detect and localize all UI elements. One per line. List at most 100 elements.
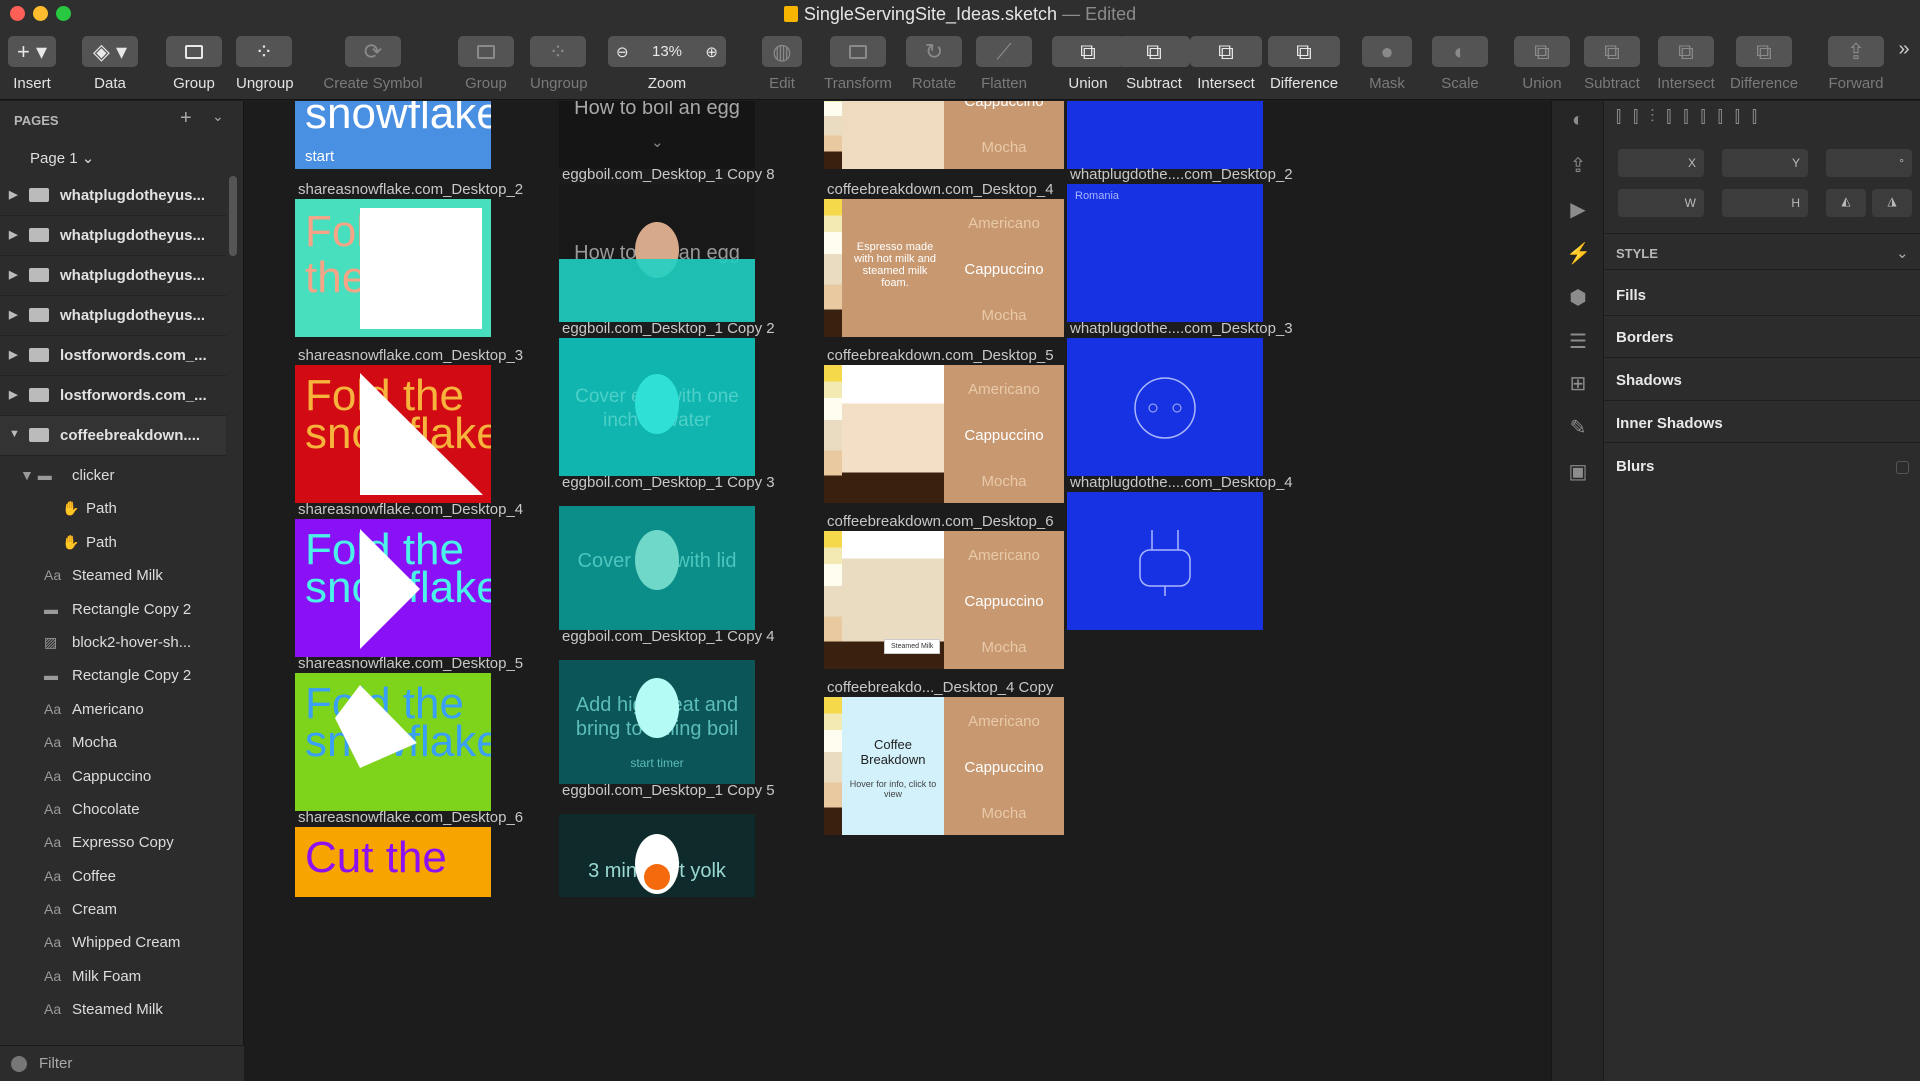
artboard-label[interactable]: shareasnowflake.com_Desktop_5 [298, 655, 523, 672]
rotation-field[interactable]: ° [1826, 149, 1912, 177]
disclosure-open-icon[interactable]: ▼ [9, 428, 20, 440]
artboard-label[interactable]: eggboil.com_Desktop_1 Copy 5 [562, 782, 775, 799]
artboard-item[interactable]: ▶ lostforwords.com_... [0, 376, 226, 416]
add-page-icon[interactable]: + [180, 107, 192, 130]
artboard-label[interactable]: shareasnowflake.com_Desktop_6 [298, 809, 523, 826]
artboard-coffee-3[interactable]: Americano Cappuccino Mocha [824, 365, 1064, 503]
artboard-label[interactable]: eggboil.com_Desktop_1 Copy 4 [562, 628, 775, 645]
artboard-label[interactable]: eggboil.com_Desktop_1 Copy 3 [562, 474, 775, 491]
align-toolbar[interactable]: ⫿⫿⋮⫿⫿⫿⫿⫿⫿ [1616, 109, 1912, 133]
layer-item[interactable]: Aa Expresso Copy [0, 826, 226, 859]
list-icon[interactable]: ☰ [1566, 329, 1590, 353]
artboard-whatplug-4[interactable] [1067, 492, 1263, 630]
zoom-control[interactable]: ⊖ 13% ⊕ Zoom [608, 36, 726, 92]
blurs-section[interactable]: Blurs [1616, 458, 1654, 475]
artboard-label[interactable]: whatplugdothe....com_Desktop_4 [1070, 474, 1293, 491]
artboard-snowflake-3[interactable]: Fold the snowflake [295, 365, 491, 503]
blurs-checkbox[interactable] [1896, 461, 1909, 474]
edit-shape-icon[interactable]: ✎ [1566, 415, 1590, 439]
artboard-eggboil-2[interactable]: How to boil an egg [559, 184, 755, 322]
disclosure-closed-icon[interactable]: ▶ [9, 188, 17, 201]
borders-section[interactable]: Borders [1616, 329, 1674, 346]
disclosure-closed-icon[interactable]: ▶ [9, 388, 17, 401]
artboard-whatplug-1[interactable] [1067, 101, 1263, 169]
inner-shadows-section[interactable]: Inner Shadows [1616, 415, 1723, 432]
layer-item[interactable]: Aa Steamed Milk [0, 559, 226, 592]
artboard-item[interactable]: ▶ whatplugdotheyus... [0, 216, 226, 256]
artboard-item[interactable]: ▶ whatplugdotheyus... [0, 256, 226, 296]
artboard-eggboil-3[interactable]: Cover egg with one inch of water [559, 338, 755, 476]
flip-vertical-icon[interactable]: ◮ [1872, 189, 1912, 217]
flatten-button[interactable]: ⟋ Flatten [976, 36, 1032, 92]
layer-item[interactable]: ✋ Path [0, 526, 226, 559]
layer-item[interactable]: Aa Steamed Milk [0, 993, 226, 1026]
subtract-button[interactable]: ⧉ Subtract [1118, 36, 1190, 92]
zoom-in-icon[interactable]: ⊕ [705, 43, 718, 61]
scale-button[interactable]: ◐ Scale [1432, 36, 1488, 92]
fills-section[interactable]: Fills [1616, 287, 1646, 304]
artboard-snowflake-5[interactable]: Fold the snowflake [295, 673, 491, 811]
artboard-label[interactable]: coffeebreakdown.com_Desktop_5 [827, 347, 1054, 364]
layer-item[interactable]: Aa Mocha [0, 726, 226, 759]
artboard-label[interactable]: eggboil.com_Desktop_1 Copy 2 [562, 320, 775, 337]
artboard-label[interactable]: whatplugdothe....com_Desktop_3 [1070, 320, 1293, 337]
overrides-icon[interactable]: ◐ [1566, 109, 1590, 133]
hexagon-icon[interactable]: ⬢ [1566, 285, 1590, 309]
flip-horizontal-icon[interactable]: ◭ [1826, 189, 1866, 217]
artboard-eggboil-6[interactable]: 3 mins soft yolk [559, 814, 755, 897]
artboard-coffee-1[interactable]: Cappuccino Mocha [824, 101, 1064, 169]
data-button[interactable]: ◈ ▾ Data [82, 36, 138, 92]
create-symbol-button[interactable]: ⟳ Create Symbol [322, 36, 424, 92]
transform-button[interactable]: Transform [822, 36, 894, 92]
artboard-label[interactable]: coffeebreakdown.com_Desktop_6 [827, 513, 1054, 530]
disclosure-closed-icon[interactable]: ▶ [9, 228, 17, 241]
artboard-item[interactable]: ▶ lostforwords.com_... [0, 336, 226, 376]
add-image-icon[interactable]: ▣ [1566, 459, 1590, 483]
rotate-button[interactable]: ↻ Rotate [906, 36, 962, 92]
artboard-label[interactable]: coffeebreakdown.com_Desktop_4 [827, 181, 1054, 198]
intersect-button[interactable]: ⧉ Intersect [1190, 36, 1262, 92]
artboard-item[interactable]: ▼ coffeebreakdown.... [0, 416, 226, 456]
disclosure-closed-icon[interactable]: ▶ [9, 268, 17, 281]
edit-button[interactable]: ◍ Edit [754, 36, 810, 92]
artboard-label[interactable]: shareasnowflake.com_Desktop_2 [298, 181, 523, 198]
artboard-item[interactable]: ▶ whatplugdotheyus... [0, 176, 226, 216]
artboard-label[interactable]: shareasnowflake.com_Desktop_4 [298, 501, 523, 518]
layer-item[interactable]: Aa Americano [0, 693, 226, 726]
union-button-2[interactable]: ⧉ Union [1514, 36, 1570, 92]
forward-button[interactable]: ⇪ Forward [1826, 36, 1886, 92]
y-field[interactable]: Y [1722, 149, 1808, 177]
toolbar-overflow-button[interactable]: » [1894, 38, 1914, 61]
artboard-label[interactable]: shareasnowflake.com_Desktop_3 [298, 347, 523, 364]
ungroup-button-2[interactable]: ⁘ Ungroup [530, 36, 588, 92]
layer-item[interactable]: ▬ Rectangle Copy 2 [0, 659, 226, 692]
layer-item[interactable]: ▨ block2-hover-sh... [0, 626, 226, 659]
difference-button[interactable]: ⧉ Difference [1268, 36, 1340, 92]
layer-item[interactable]: Aa Coffee [0, 860, 226, 893]
group-button[interactable]: Group [166, 36, 222, 92]
layer-item[interactable]: Aa Cappuccino [0, 760, 226, 793]
artboard-snowflake-1[interactable]: snowflake start [295, 101, 491, 169]
intersect-button-2[interactable]: ⧉ Intersect [1654, 36, 1718, 92]
export-icon[interactable]: ⇪ [1566, 153, 1590, 177]
shadows-section[interactable]: Shadows [1616, 372, 1682, 389]
chevron-down-icon[interactable]: ⌄ [1896, 244, 1909, 262]
layer-item[interactable]: Aa Cream [0, 893, 226, 926]
disclosure-closed-icon[interactable]: ▶ [9, 308, 17, 321]
layer-item[interactable]: ▼ ▬ clicker [0, 459, 226, 492]
artboard-snowflake-4[interactable]: Fold the snowflake [295, 519, 491, 657]
zoom-out-icon[interactable]: ⊖ [616, 43, 629, 61]
layer-item[interactable]: Aa Chocolate [0, 793, 226, 826]
difference-button-2[interactable]: ⧉ Difference [1726, 36, 1802, 92]
x-field[interactable]: X [1618, 149, 1704, 177]
ungroup-button[interactable]: ⁘ Ungroup [236, 36, 294, 92]
sidebar-scrollbar[interactable] [229, 176, 237, 256]
prototype-icon[interactable]: ▶ [1566, 197, 1590, 221]
mask-button[interactable]: ● Mask [1362, 36, 1412, 92]
artboard-coffee-2[interactable]: Espresso made with hot milk and steamed … [824, 199, 1064, 337]
page-selector[interactable]: Page 1 ⌄ [30, 149, 94, 167]
filter-input[interactable]: Filter [39, 1055, 72, 1072]
layer-item[interactable]: ▬ Rectangle Copy 2 [0, 593, 226, 626]
artboard-label[interactable]: whatplugdothe....com_Desktop_2 [1070, 166, 1293, 183]
artboard-coffee-5[interactable]: Coffee Breakdown Hover for info, click to… [824, 697, 1064, 835]
